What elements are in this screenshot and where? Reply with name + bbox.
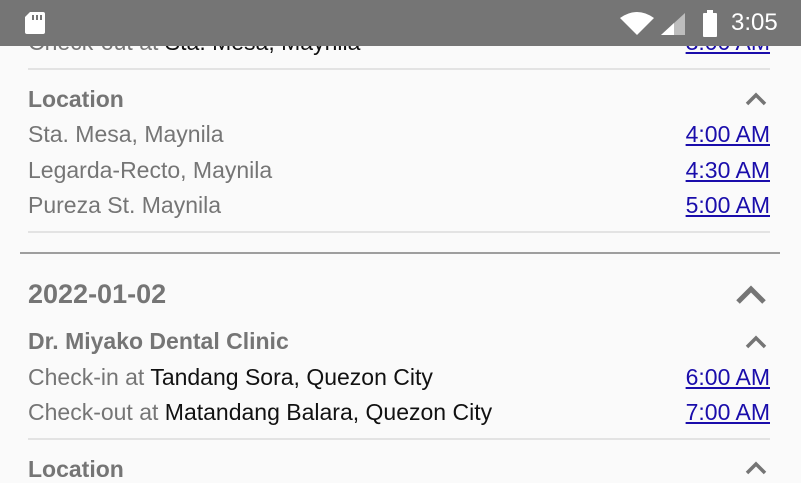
checkout-place: Matandang Balara, Quezon City <box>164 399 493 425</box>
location-item: Pureza St. Maynila <box>28 191 221 219</box>
clinic-name-heading: Dr. Miyako Dental Clinic <box>28 328 289 354</box>
itinerary-content: Check-out at Sta. Mesa, Maynila 3:00 AM … <box>0 0 801 482</box>
status-bar: 3:05 <box>0 0 801 46</box>
location-heading: Location <box>28 456 124 482</box>
location-item-time-link[interactable]: 5:00 AM <box>686 191 770 219</box>
divider <box>28 231 770 233</box>
checkin-row: Check-in at Tandang Sora, Quezon City <box>28 363 433 391</box>
location-item-time-link[interactable]: 4:30 AM <box>686 156 770 184</box>
checkin-place: Tandang Sora, Quezon City <box>150 364 433 390</box>
divider <box>28 68 770 70</box>
location-item: Legarda-Recto, Maynila <box>28 156 272 184</box>
sd-card-icon <box>25 12 45 34</box>
wifi-icon <box>620 12 654 35</box>
chevron-up-icon[interactable] <box>744 91 768 107</box>
location-item-place: Pureza St. Maynila <box>28 192 222 218</box>
checkin-time-link[interactable]: 6:00 AM <box>686 363 770 391</box>
cell-signal-icon <box>661 13 685 35</box>
chevron-up-icon[interactable] <box>734 284 768 306</box>
day-date-heading: 2022-01-02 <box>28 279 167 309</box>
location-item: Sta. Mesa, Maynila <box>28 120 224 148</box>
checkin-label: Check-in at <box>28 364 145 390</box>
location-item-place: Sta. Mesa, Maynila <box>28 121 224 147</box>
location-item-time-link[interactable]: 4:00 AM <box>686 120 770 148</box>
checkout-time-link[interactable]: 7:00 AM <box>686 398 770 426</box>
checkout-label: Check-out at <box>28 399 159 425</box>
divider <box>28 438 770 440</box>
battery-icon <box>703 10 717 37</box>
location-heading: Location <box>28 86 124 112</box>
chevron-up-icon[interactable] <box>744 460 768 476</box>
location-item-place: Legarda-Recto, Maynila <box>28 157 273 183</box>
chevron-up-icon[interactable] <box>744 334 768 350</box>
day-separator <box>20 252 780 254</box>
checkout-row: Check-out at Matandang Balara, Quezon Ci… <box>28 398 492 426</box>
status-time: 3:05 <box>731 9 778 36</box>
